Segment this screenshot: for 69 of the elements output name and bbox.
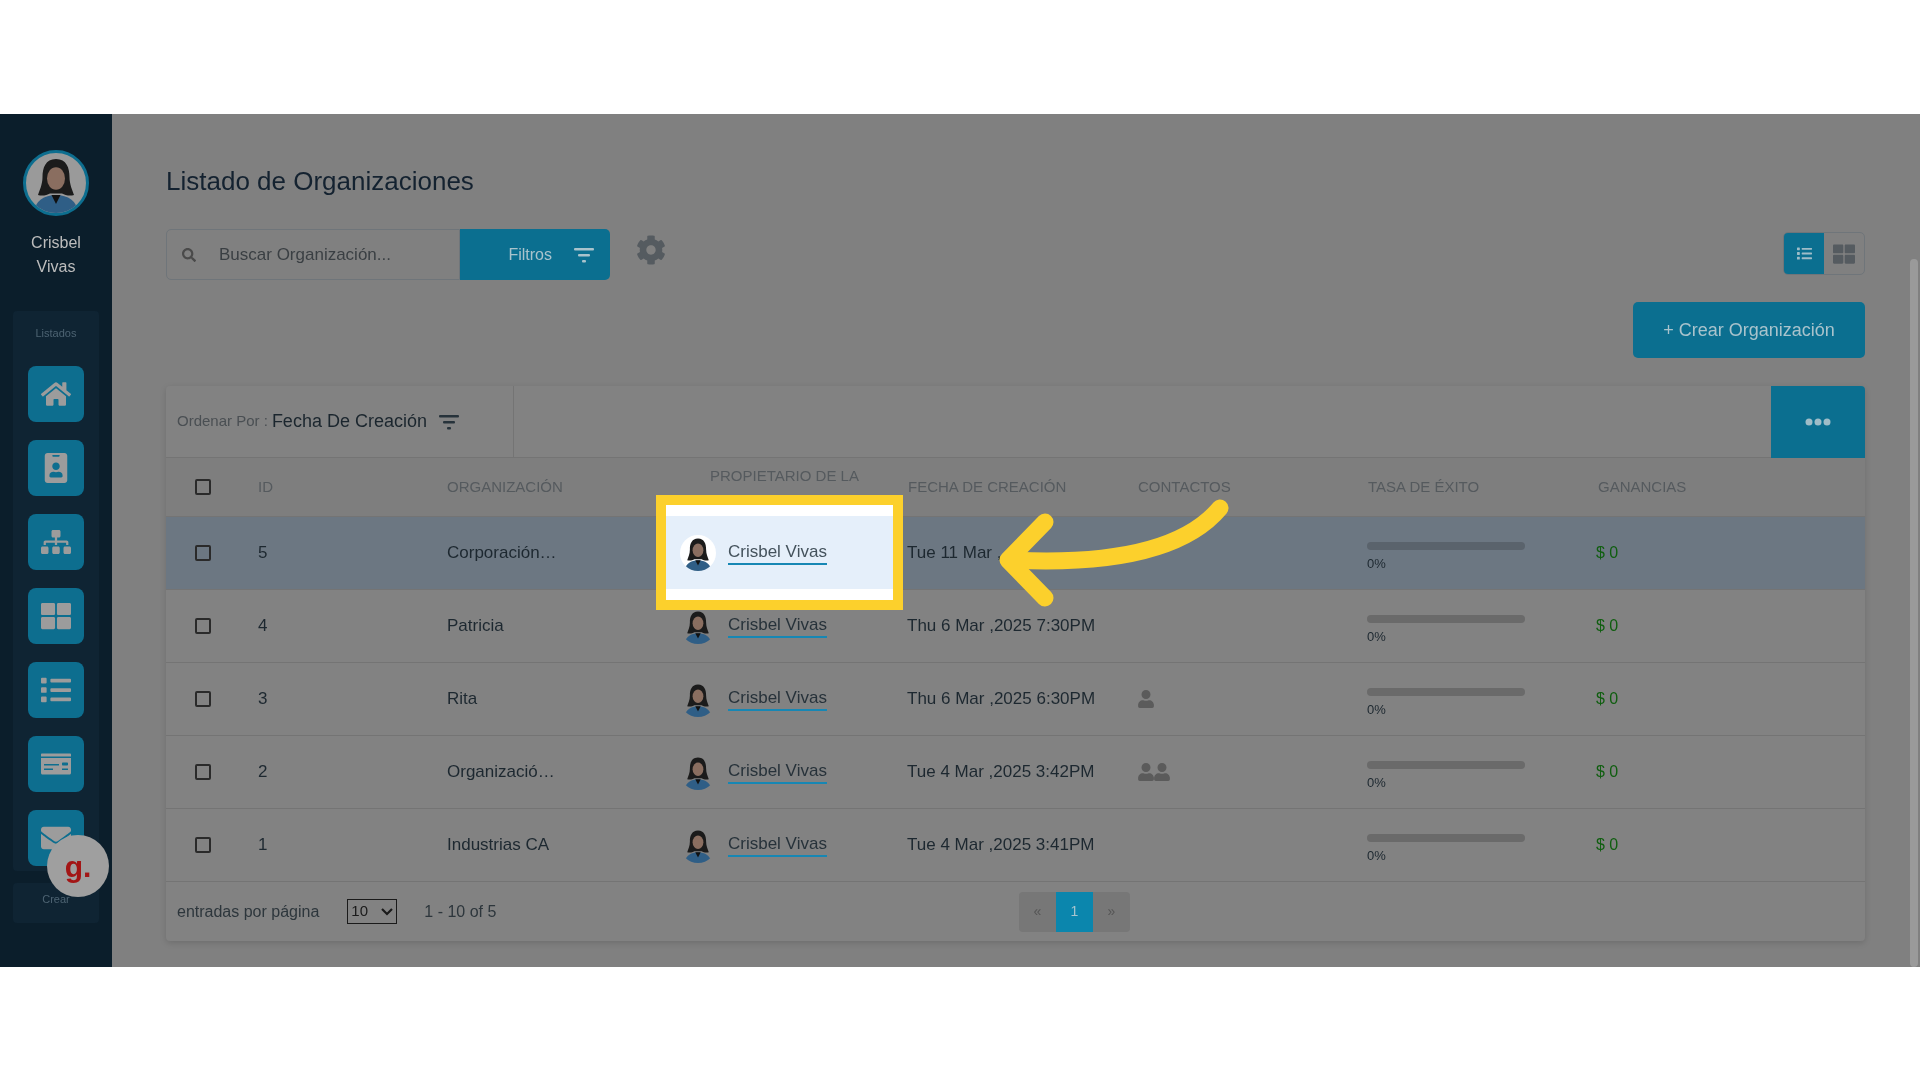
id-cell: 3 — [258, 689, 268, 709]
success-rate: 0% — [1367, 701, 1387, 720]
date-cell: Thu 6 Mar ,2025 7:30PM — [907, 616, 1096, 636]
checkbox[interactable] — [195, 618, 211, 634]
checkbox[interactable] — [195, 837, 211, 853]
filter-button[interactable]: Filtros — [460, 229, 610, 280]
owner-link[interactable]: Crisbel Vivas — [728, 833, 827, 857]
grid-icon — [41, 600, 71, 631]
organization-cell: Patricia — [447, 616, 504, 636]
range-text: 1 - 10 of 5 — [424, 901, 497, 922]
sort-label: Ordenar Por : — [177, 411, 268, 432]
checkbox[interactable] — [195, 545, 211, 561]
user-name: Crisbel Vivas — [30, 233, 82, 277]
search-field[interactable]: Buscar Organización... — [166, 229, 460, 280]
search-icon — [182, 248, 196, 262]
scrollbar[interactable] — [1910, 259, 1918, 967]
list-icon — [1796, 246, 1812, 261]
nav-button[interactable] — [28, 365, 84, 422]
checkbox[interactable] — [195, 764, 211, 780]
nav-button[interactable] — [28, 587, 84, 644]
id-cell: 2 — [258, 762, 268, 782]
success-rate: 0% — [1367, 774, 1387, 793]
earnings-cell: $ 0 — [1596, 617, 1619, 635]
nav-button[interactable] — [28, 661, 84, 718]
checkbox[interactable] — [195, 691, 211, 707]
date-cell: Tue 4 Mar ,2025 3:42PM — [907, 762, 1095, 782]
table-row[interactable]: 3 Rita Crisbel Vivas Thu 6 Mar ,2025 6:30PM 0% $ 0 — [166, 663, 1865, 736]
page-button[interactable]: 1 — [1056, 891, 1093, 932]
owner-link[interactable]: Crisbel Vivas — [728, 760, 827, 784]
earnings-cell: $ 0 — [1596, 690, 1619, 708]
table-row[interactable]: 2 Organizació… Crisbel Vivas Tue 4 Mar ,2025 3:42PM 0% $ 0 — [166, 736, 1865, 809]
per-page-label: entradas por página — [177, 901, 320, 922]
sort-value[interactable]: Fecha De Creación — [271, 408, 427, 435]
id-cell: 1 — [258, 835, 268, 855]
page-title: Listado de Organizaciones — [166, 165, 475, 198]
date-cell: Tue 4 Mar ,2025 3:41PM — [907, 835, 1095, 855]
organization-cell: Industrias CA — [447, 835, 550, 855]
date-cell: Thu 6 Mar ,2025 6:30PM — [907, 689, 1096, 709]
chat-bubble-tooltip[interactable]: g. — [47, 835, 109, 897]
success-rate: 0% — [1367, 847, 1387, 866]
owner-link[interactable]: Crisbel Vivas — [728, 687, 827, 711]
id-cell: 4 — [258, 616, 268, 636]
filter-icon — [574, 246, 594, 263]
organization-cell: Rita — [447, 689, 478, 709]
date-cell: Tue 11 Mar , — [907, 543, 1002, 563]
success-rate: 0% — [1367, 628, 1387, 647]
earnings-cell: $ 0 — [1596, 836, 1619, 854]
section-label: Listados — [35, 326, 77, 341]
earnings-cell: $ 0 — [1596, 544, 1619, 562]
per-page-select[interactable]: 10 — [347, 899, 398, 924]
more-icon — [1805, 418, 1831, 426]
id-cell: 5 — [258, 543, 268, 563]
nav-button[interactable] — [28, 513, 84, 570]
grid-icon — [1833, 242, 1855, 265]
owner-link[interactable]: Crisbel Vivas — [728, 614, 827, 638]
success-rate: 0% — [1367, 555, 1387, 574]
caret-icon — [381, 907, 394, 916]
list-view-button[interactable] — [1784, 233, 1824, 274]
table-row[interactable]: 1 Industrias CA Crisbel Vivas Tue 4 Mar ,2025 3:41PM 0% $ 0 — [166, 809, 1865, 882]
nav-button[interactable] — [28, 735, 84, 792]
owner-link[interactable]: Crisbel Vivas — [728, 541, 827, 565]
nav-button[interactable] — [28, 439, 84, 496]
organization-cell: Organizació… — [447, 762, 555, 782]
table-row[interactable]: 4 Patricia Crisbel Vivas Thu 6 Mar ,2025 7:30PM 0% $ 0 — [166, 590, 1865, 663]
organization-cell: Corporación… — [447, 543, 557, 563]
earnings-cell: $ 0 — [1596, 763, 1619, 781]
create-organization-button[interactable]: + Crear Organización — [1633, 302, 1865, 358]
checkbox[interactable] — [195, 479, 211, 495]
filter-icon — [438, 413, 459, 430]
